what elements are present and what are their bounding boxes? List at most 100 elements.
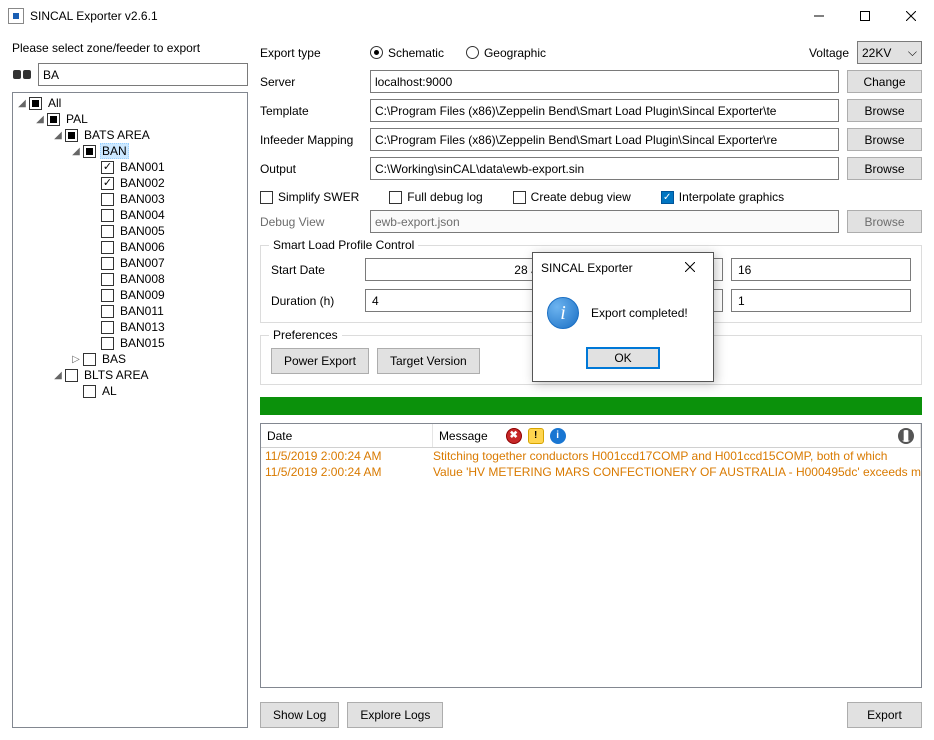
tree-twisty-icon[interactable]: ◢ xyxy=(15,96,29,110)
tree-checkbox[interactable] xyxy=(101,337,114,350)
maximize-button[interactable] xyxy=(842,1,888,31)
infeeder-browse-button[interactable]: Browse xyxy=(847,128,922,151)
tree-checkbox[interactable] xyxy=(101,273,114,286)
tree-checkbox[interactable] xyxy=(101,241,114,254)
server-label: Server xyxy=(260,75,362,89)
tree-twisty-icon[interactable]: ◢ xyxy=(51,368,65,382)
interpolate-checkbox[interactable]: Interpolate graphics xyxy=(661,190,784,204)
tree-checkbox[interactable] xyxy=(47,113,60,126)
tree-leaf[interactable]: BAN008 xyxy=(118,272,167,286)
tree-node-ban[interactable]: BAN xyxy=(100,143,129,159)
minimize-button[interactable] xyxy=(796,1,842,31)
full-debug-checkbox[interactable]: Full debug log xyxy=(389,190,482,204)
export-button[interactable]: Export xyxy=(847,702,922,728)
output-label: Output xyxy=(260,162,362,176)
warning-filter-icon[interactable]: ! xyxy=(528,428,544,444)
tree-twisty-icon[interactable]: ◢ xyxy=(51,128,65,142)
tree-checkbox[interactable] xyxy=(83,145,96,158)
tree-leaf[interactable]: BAN004 xyxy=(118,208,167,222)
schematic-radio[interactable]: Schematic xyxy=(370,46,444,60)
start-date-label: Start Date xyxy=(271,263,357,277)
tree-leaf[interactable]: BAN007 xyxy=(118,256,167,270)
debug-browse-button: Browse xyxy=(847,210,922,233)
change-button[interactable]: Change xyxy=(847,70,922,93)
tree-node-pal[interactable]: PAL xyxy=(64,112,90,126)
voltage-select[interactable]: 22KV⌵ xyxy=(857,41,922,64)
geographic-radio[interactable]: Geographic xyxy=(466,46,546,60)
tree-leaf[interactable]: BAN001 xyxy=(118,160,167,174)
tree-checkbox[interactable] xyxy=(101,225,114,238)
tree-checkbox[interactable] xyxy=(101,161,114,174)
server-input[interactable] xyxy=(370,70,839,93)
output-input[interactable] xyxy=(370,157,839,180)
template-label: Template xyxy=(260,104,362,118)
title-bar: SINCAL Exporter v2.6.1 xyxy=(0,0,934,31)
log-date-header[interactable]: Date xyxy=(261,424,433,447)
extra-input-1[interactable] xyxy=(731,258,911,281)
tree-leaf[interactable]: BAN003 xyxy=(118,192,167,206)
tree-checkbox[interactable] xyxy=(101,257,114,270)
simplify-swer-checkbox[interactable]: Simplify SWER xyxy=(260,190,359,204)
create-debug-view-checkbox[interactable]: Create debug view xyxy=(513,190,631,204)
tree-checkbox[interactable] xyxy=(83,385,96,398)
tree-node-al[interactable]: AL xyxy=(100,384,119,398)
app-icon xyxy=(8,8,24,24)
dialog-title: SINCAL Exporter xyxy=(541,261,675,275)
tree-leaf[interactable]: BAN015 xyxy=(118,336,167,350)
tree-leaf[interactable]: BAN009 xyxy=(118,288,167,302)
binoculars-icon xyxy=(12,67,32,83)
tree-node-bats-area[interactable]: BATS AREA xyxy=(82,128,152,142)
dialog-close-button[interactable] xyxy=(675,261,705,275)
template-browse-button[interactable]: Browse xyxy=(847,99,922,122)
debug-view-label: Debug View xyxy=(260,215,362,229)
tree-leaf[interactable]: BAN002 xyxy=(118,176,167,190)
debug-view-input xyxy=(370,210,839,233)
tree-checkbox[interactable] xyxy=(65,129,78,142)
explore-logs-button[interactable]: Explore Logs xyxy=(347,702,443,728)
power-export-button[interactable]: Power Export xyxy=(271,348,369,374)
tree-leaf[interactable]: BAN005 xyxy=(118,224,167,238)
tree-checkbox[interactable] xyxy=(101,209,114,222)
window-title: SINCAL Exporter v2.6.1 xyxy=(30,9,796,23)
export-type-label: Export type xyxy=(260,46,362,60)
tree-node-all[interactable]: All xyxy=(46,96,63,110)
chevron-down-icon: ⌵ xyxy=(908,45,917,60)
extra-input-2[interactable] xyxy=(731,289,911,312)
target-version-button[interactable]: Target Version xyxy=(377,348,480,374)
tree-checkbox[interactable] xyxy=(101,289,114,302)
tree-twisty-icon[interactable]: ▷ xyxy=(69,352,83,366)
show-log-button[interactable]: Show Log xyxy=(260,702,339,728)
tree-checkbox[interactable] xyxy=(83,353,96,366)
tree-twisty-icon[interactable]: ◢ xyxy=(33,112,47,126)
template-input[interactable] xyxy=(370,99,839,122)
log-message-header[interactable]: Message ✖ ! i ❚❚ xyxy=(433,424,921,447)
log-row[interactable]: 11/5/2019 2:00:24 AM Value 'HV METERING … xyxy=(261,464,921,480)
pause-icon[interactable]: ❚❚ xyxy=(898,428,914,444)
tree-checkbox[interactable] xyxy=(101,193,114,206)
voltage-label: Voltage xyxy=(809,46,849,60)
tree-checkbox[interactable] xyxy=(101,177,114,190)
tree-checkbox[interactable] xyxy=(101,305,114,318)
tree-view[interactable]: ◢ All ◢ PAL ◢ BATS AREA ◢ BAN xyxy=(12,92,248,728)
tree-node-bas[interactable]: BAS xyxy=(100,352,128,366)
tree-leaf[interactable]: BAN013 xyxy=(118,320,167,334)
tree-checkbox[interactable] xyxy=(101,321,114,334)
tree-leaf[interactable]: BAN011 xyxy=(118,304,166,318)
search-input[interactable] xyxy=(38,63,248,86)
tree-checkbox[interactable] xyxy=(65,369,78,382)
instruction-label: Please select zone/feeder to export xyxy=(12,41,248,55)
tree-leaf[interactable]: BAN006 xyxy=(118,240,167,254)
infeeder-input[interactable] xyxy=(370,128,839,151)
close-button[interactable] xyxy=(888,1,934,31)
ok-button[interactable]: OK xyxy=(586,347,660,369)
error-filter-icon[interactable]: ✖ xyxy=(506,428,522,444)
duration-label: Duration (h) xyxy=(271,294,357,308)
tree-checkbox[interactable] xyxy=(29,97,42,110)
log-row[interactable]: 11/5/2019 2:00:24 AM Stitching together … xyxy=(261,448,921,464)
output-browse-button[interactable]: Browse xyxy=(847,157,922,180)
info-filter-icon[interactable]: i xyxy=(550,428,566,444)
tree-node-blts-area[interactable]: BLTS AREA xyxy=(82,368,150,382)
tree-twisty-icon[interactable]: ◢ xyxy=(69,144,83,158)
info-icon: i xyxy=(547,297,579,329)
progress-bar xyxy=(260,397,922,415)
